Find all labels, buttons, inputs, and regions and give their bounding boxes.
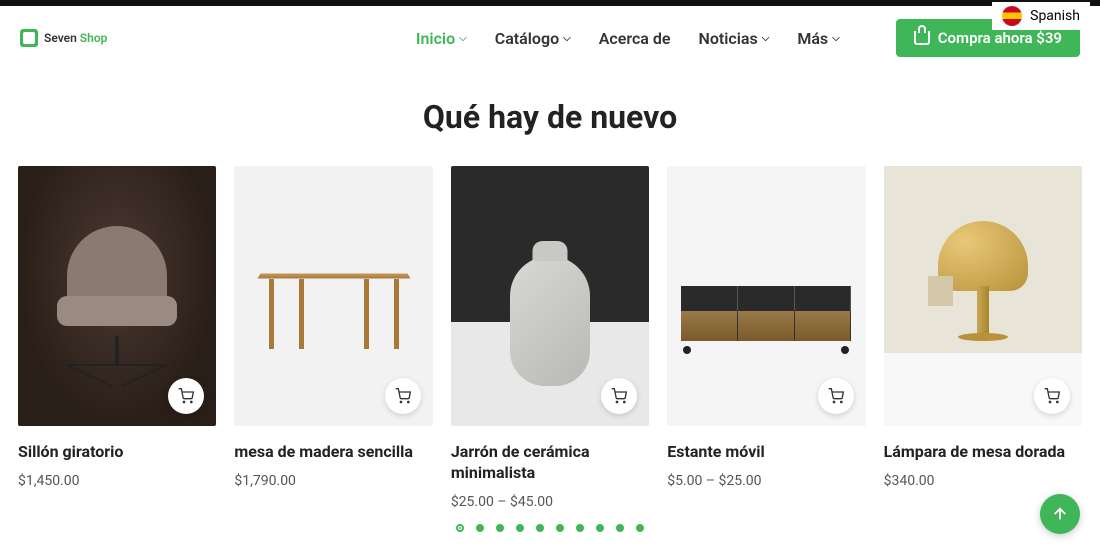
nav-item-mas[interactable]: Más ⌵ — [797, 29, 839, 48]
language-label: Spanish — [1030, 8, 1080, 24]
product-price: $1,790.00 — [234, 473, 432, 489]
nav-label: Acerca de — [599, 29, 671, 48]
arrow-up-icon — [1051, 505, 1069, 523]
nav-label: Catálogo — [495, 29, 559, 48]
product-image — [234, 166, 432, 426]
nav-item-catalogo[interactable]: Catálogo ⌵ — [495, 29, 571, 48]
product-name: Jarrón de cerámica minimalista — [451, 442, 649, 484]
nav-label: Más — [797, 29, 828, 48]
product-card[interactable]: Sillón giratorio $1,450.00 — [18, 166, 216, 510]
add-to-cart-button[interactable] — [385, 378, 421, 414]
add-to-cart-button[interactable] — [601, 378, 637, 414]
nav-label: Noticias — [699, 29, 758, 48]
chevron-down-icon: ⌵ — [459, 33, 467, 44]
product-card[interactable]: Estante móvil $5.00 – $25.00 — [667, 166, 865, 510]
product-image — [18, 166, 216, 426]
cart-icon — [395, 388, 411, 404]
product-image — [667, 166, 865, 426]
product-name: Estante móvil — [667, 442, 865, 463]
product-price: $340.00 — [884, 473, 1082, 489]
product-name: Sillón giratorio — [18, 442, 216, 463]
carousel-dot[interactable] — [456, 524, 464, 532]
logo-text-1: Seven — [44, 31, 77, 45]
product-card[interactable]: Lámpara de mesa dorada $340.00 — [884, 166, 1082, 510]
product-name: Lámpara de mesa dorada — [884, 442, 1082, 463]
nav-item-noticias[interactable]: Noticias ⌵ — [699, 29, 770, 48]
nav-item-inicio[interactable]: Inicio ⌵ — [416, 29, 467, 48]
logo-text-2: Shop — [80, 31, 108, 45]
flag-spain-icon — [1002, 6, 1022, 26]
chevron-down-icon: ⌵ — [832, 33, 840, 44]
carousel-dot[interactable] — [636, 524, 644, 532]
cart-icon — [178, 388, 194, 404]
basket-icon — [914, 31, 930, 45]
carousel-dot[interactable] — [616, 524, 624, 532]
nav-item-acerca[interactable]: Acerca de — [599, 29, 671, 48]
product-price: $5.00 – $25.00 — [667, 473, 865, 489]
product-card[interactable]: mesa de madera sencilla $1,790.00 — [234, 166, 432, 510]
logo-icon — [20, 29, 38, 47]
product-card[interactable]: Jarrón de cerámica minimalista $25.00 – … — [451, 166, 649, 510]
product-price: $1,450.00 — [18, 473, 216, 489]
language-selector[interactable]: Spanish — [992, 2, 1090, 30]
cta-label: Compra ahora $39 — [938, 29, 1062, 47]
carousel-dot[interactable] — [576, 524, 584, 532]
carousel-dot[interactable] — [496, 524, 504, 532]
header: Seven Shop Inicio ⌵ Catálogo ⌵ Acerca de… — [0, 6, 1100, 70]
cart-icon — [611, 388, 627, 404]
scroll-to-top-button[interactable] — [1040, 494, 1080, 534]
product-image — [451, 166, 649, 426]
add-to-cart-button[interactable] — [168, 378, 204, 414]
product-price: $25.00 – $45.00 — [451, 494, 649, 510]
carousel-dot[interactable] — [556, 524, 564, 532]
add-to-cart-button[interactable] — [1034, 378, 1070, 414]
cart-icon — [828, 388, 844, 404]
logo[interactable]: Seven Shop — [20, 29, 107, 47]
carousel-dot[interactable] — [476, 524, 484, 532]
carousel-dot[interactable] — [596, 524, 604, 532]
carousel-dots — [18, 524, 1082, 532]
add-to-cart-button[interactable] — [818, 378, 854, 414]
product-name: mesa de madera sencilla — [234, 442, 432, 463]
main-nav: Inicio ⌵ Catálogo ⌵ Acerca de Noticias ⌵… — [416, 19, 1080, 57]
section-title: Qué hay de nuevo — [0, 98, 1100, 136]
product-image — [884, 166, 1082, 426]
nav-label: Inicio — [416, 29, 455, 48]
product-list: Sillón giratorio $1,450.00 mesa de mader… — [18, 166, 1082, 510]
product-carousel: ‹ › Sillón giratorio $1,450.00 mesa de m… — [0, 166, 1100, 532]
carousel-dot[interactable] — [536, 524, 544, 532]
carousel-dot[interactable] — [516, 524, 524, 532]
chevron-down-icon: ⌵ — [563, 33, 571, 44]
cart-icon — [1044, 388, 1060, 404]
chevron-down-icon: ⌵ — [762, 33, 770, 44]
